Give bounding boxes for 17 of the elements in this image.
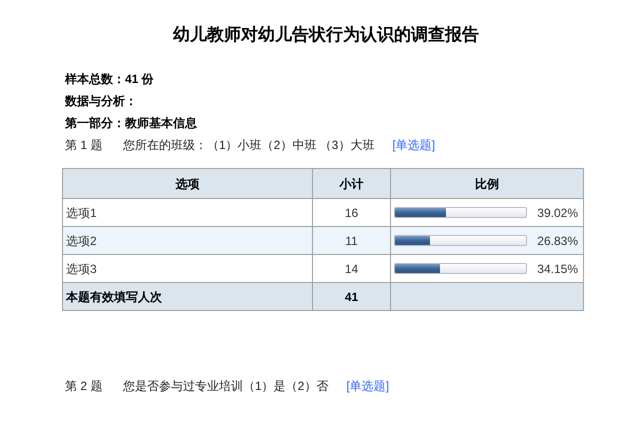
question-text: 您是否参与过专业培训（1）是（2）否 [123, 378, 328, 395]
question-number: 第 1 题 [65, 137, 104, 154]
report-title: 幼儿教师对幼儿告状行为认识的调查报告 [173, 24, 479, 46]
section-heading: 第一部分：教师基本信息 [65, 115, 198, 132]
column-header: 比例 [390, 168, 584, 198]
total-label: 本题有效填写人次 [62, 282, 312, 310]
question-text: 您所在的班级：（1）小班（2）中班 （3）大班 [123, 137, 374, 154]
section-heading: 数据与分析： [65, 93, 138, 110]
percent-text: 26.83% [537, 232, 579, 250]
total-count: 41 [312, 282, 390, 310]
question-type-link[interactable]: [单选题] [346, 377, 390, 395]
percent-text: 34.15% [537, 260, 579, 278]
question-type-link[interactable]: [单选题] [392, 136, 436, 154]
question-number: 第 2 题 [65, 378, 104, 395]
section-heading: 样本总数：41 份 [65, 71, 155, 88]
column-header: 选项 [62, 168, 312, 198]
percent-text: 39.02% [537, 204, 579, 222]
